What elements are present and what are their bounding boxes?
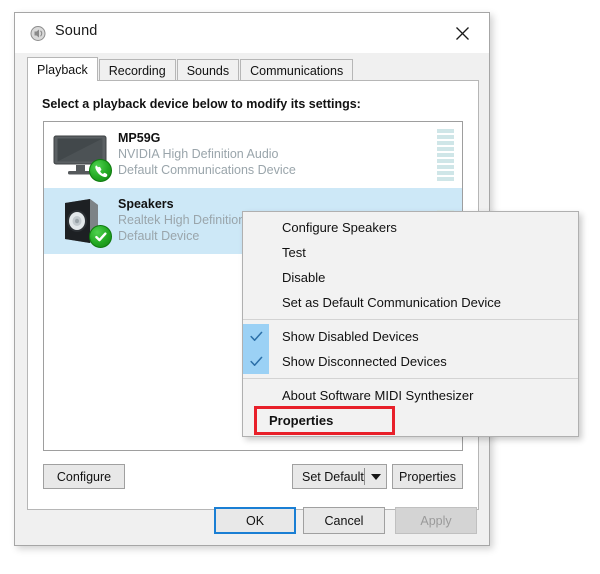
device-driver: NVIDIA High Definition Audio — [118, 147, 279, 162]
menu-item-properties[interactable]: Properties — [254, 406, 395, 435]
menu-check-gutter — [256, 408, 269, 433]
menu-item-about-software-midi-synthesizer[interactable]: About Software MIDI Synthesizer — [243, 383, 578, 408]
device-name: MP59G — [118, 131, 161, 146]
tab-communications[interactable]: Communications — [240, 59, 354, 81]
menu-item-label: Configure Speakers — [282, 220, 397, 235]
menu-item-label: Show Disconnected Devices — [282, 354, 447, 369]
title-bar: Sound — [15, 13, 489, 53]
checkmark-icon — [243, 349, 269, 374]
menu-item-label: Disable — [282, 270, 326, 285]
ok-button[interactable]: OK — [214, 507, 296, 534]
tab-recording[interactable]: Recording — [98, 59, 176, 81]
cancel-button-label: Cancel — [324, 513, 364, 528]
properties-button-label: Properties — [399, 469, 456, 484]
context-menu: Configure Speakers Test Disable Set as D… — [242, 211, 579, 437]
menu-item-label: Set as Default Communication Device — [282, 295, 501, 310]
properties-button[interactable]: Properties — [392, 464, 463, 489]
window-title: Sound — [55, 23, 98, 39]
device-action-buttons: Configure Set Default Properties — [43, 464, 463, 490]
menu-check-gutter — [243, 215, 269, 240]
device-text: MP59G NVIDIA High Definition Audio Defau… — [118, 131, 462, 179]
dialog-footer: OK Cancel Apply — [15, 497, 489, 545]
device-status: Default Communications Device — [118, 162, 296, 177]
set-default-split-button[interactable]: Set Default — [292, 464, 387, 489]
menu-check-gutter — [243, 290, 269, 315]
volume-meter — [437, 129, 454, 181]
tab-sounds-label: Sounds — [186, 63, 230, 78]
page-hint: Select a playback device below to modify… — [42, 97, 361, 111]
menu-item-label: Show Disabled Devices — [282, 329, 419, 344]
apply-button: Apply — [395, 507, 477, 534]
menu-item-configure-speakers[interactable]: Configure Speakers — [243, 215, 578, 240]
dropdown-arrow-icon[interactable] — [371, 473, 381, 480]
phone-badge-icon — [89, 159, 112, 182]
tab-sounds[interactable]: Sounds — [176, 59, 240, 81]
list-item[interactable]: MP59G NVIDIA High Definition Audio Defau… — [44, 122, 462, 188]
menu-item-label: About Software MIDI Synthesizer — [282, 388, 474, 403]
ok-button-label: OK — [245, 513, 265, 528]
menu-separator — [243, 319, 578, 320]
checkmark-icon — [243, 324, 269, 349]
speaker-icon — [44, 192, 118, 250]
menu-item-show-disabled-devices[interactable]: Show Disabled Devices — [243, 324, 578, 349]
menu-item-disable[interactable]: Disable — [243, 265, 578, 290]
tab-playback-label: Playback — [37, 62, 88, 77]
tab-playback[interactable]: Playback — [27, 57, 98, 81]
set-default-button-label: Set Default — [302, 469, 364, 484]
tab-recording-label: Recording — [108, 63, 166, 78]
tab-communications-label: Communications — [250, 63, 344, 78]
menu-item-show-disconnected-devices[interactable]: Show Disconnected Devices — [243, 349, 578, 374]
menu-item-label: Test — [282, 245, 306, 260]
menu-item-set-as-default-communication-device[interactable]: Set as Default Communication Device — [243, 290, 578, 315]
cancel-button[interactable]: Cancel — [303, 507, 385, 534]
screen: Sound Playback Recording Sounds Communic… — [0, 0, 600, 574]
menu-item-label: Properties — [269, 413, 334, 428]
configure-button-label: Configure — [56, 469, 112, 484]
menu-check-gutter — [243, 383, 269, 408]
menu-item-test[interactable]: Test — [243, 240, 578, 265]
menu-check-gutter — [243, 240, 269, 265]
sound-speaker-icon — [30, 25, 47, 42]
menu-check-gutter — [243, 265, 269, 290]
apply-button-label: Apply — [420, 513, 452, 528]
split-separator — [364, 468, 365, 485]
menu-separator — [243, 378, 578, 379]
close-icon[interactable] — [441, 18, 483, 48]
monitor-icon — [44, 126, 118, 184]
check-badge-icon — [89, 225, 112, 248]
tab-strip: Playback Recording Sounds Communications — [27, 57, 354, 81]
configure-button[interactable]: Configure — [43, 464, 125, 489]
